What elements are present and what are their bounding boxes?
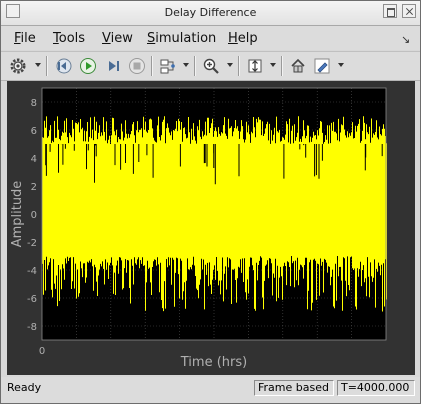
signal-select-icon[interactable] <box>158 56 178 76</box>
status-ready: Ready <box>7 381 42 394</box>
run-icon[interactable] <box>78 56 98 76</box>
scope-window: Delay Difference File Tools View Simulat… <box>0 0 421 404</box>
y-axis-label: Amplitude <box>10 181 25 248</box>
menu-simulation[interactable]: Simulation <box>147 31 216 46</box>
stop-icon[interactable] <box>127 56 147 76</box>
title-bar: Delay Difference <box>1 1 420 26</box>
menu-file[interactable]: File <box>14 31 36 46</box>
style-dropdown-icon[interactable] <box>338 63 344 67</box>
menu-tools[interactable]: Tools <box>53 31 85 46</box>
window-title: Delay Difference <box>164 6 257 19</box>
dock-icon[interactable]: ↘ <box>401 33 410 46</box>
zoom-dropdown-icon[interactable] <box>227 63 233 67</box>
gear-icon[interactable] <box>8 56 28 76</box>
status-bar: Ready Frame based T=4000.000 <box>1 377 420 403</box>
menu-bar: File Tools View Simulation Help ↘ <box>1 26 420 50</box>
highlight-block-icon[interactable] <box>288 56 308 76</box>
gear-dropdown-icon[interactable] <box>35 63 41 67</box>
signal-dropdown-icon[interactable] <box>183 63 189 67</box>
chart-svg: 8 6 4 2 0 -2 -4 -6 -8 0 Amplitude Time (hrs) <box>10 87 387 370</box>
separator <box>151 56 152 76</box>
y-tick-label: -4 <box>27 266 37 277</box>
autoscale-icon[interactable] <box>245 56 265 76</box>
y-tick-label: 4 <box>31 154 37 165</box>
plot-area[interactable]: 8 6 4 2 0 -2 -4 -6 -8 0 Amplitude Time (hrs) <box>7 81 415 375</box>
y-tick-label: 6 <box>31 126 37 137</box>
autoscale-dropdown-icon[interactable] <box>270 63 276 67</box>
style-icon[interactable] <box>312 56 332 76</box>
status-sim-time: T=4000.000 <box>337 380 415 396</box>
status-frame-mode: Frame based <box>254 380 334 396</box>
y-tick-label: -8 <box>27 322 37 333</box>
y-tick-label: 8 <box>31 98 37 109</box>
menu-help[interactable]: Help <box>228 31 258 46</box>
y-tick-label: 0 <box>31 210 37 221</box>
close-button[interactable] <box>402 4 416 18</box>
x-axis-label: Time (hrs) <box>180 355 247 370</box>
y-tick-label: 2 <box>31 182 37 193</box>
toolbar <box>1 51 420 81</box>
separator <box>238 56 239 76</box>
y-tick-label: -2 <box>27 238 37 249</box>
x-tick-label: 0 <box>39 346 45 357</box>
separator <box>281 56 282 76</box>
step-back-icon[interactable] <box>53 56 73 76</box>
maximize-button[interactable] <box>383 4 397 18</box>
step-forward-icon[interactable] <box>103 56 123 76</box>
separator <box>46 56 47 76</box>
menu-view[interactable]: View <box>102 31 133 46</box>
y-tick-label: -6 <box>27 294 37 305</box>
zoom-in-icon[interactable] <box>201 56 221 76</box>
separator <box>194 56 195 76</box>
